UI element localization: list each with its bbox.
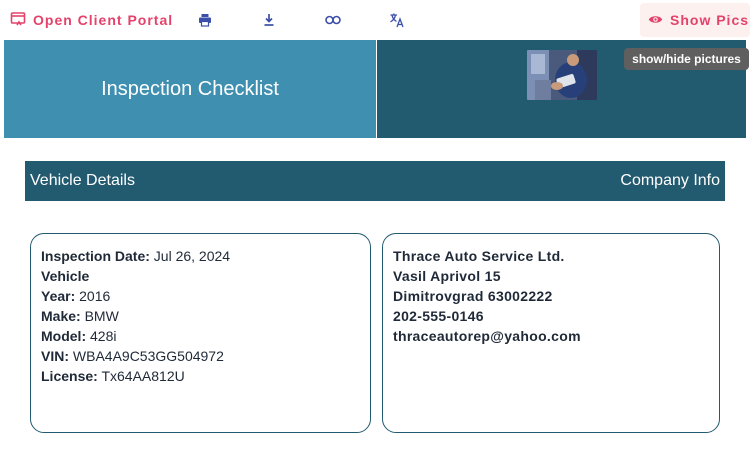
year-label: Year:: [41, 288, 76, 304]
company-info-card: Thrace Auto Service Ltd. Vasil Aprivol 1…: [382, 233, 720, 433]
mechanic-photo: [527, 50, 597, 100]
inspection-date-value: Jul 26, 2024: [153, 248, 231, 264]
download-icon[interactable]: [260, 11, 278, 29]
license-row: License: Tx64AA812U: [41, 366, 360, 386]
open-in-browser-icon: [10, 11, 26, 30]
company-email: thraceautorep@yahoo.com: [393, 328, 581, 344]
company-info-heading: Company Info: [620, 172, 720, 189]
company-name: Thrace Auto Service Ltd.: [393, 248, 565, 264]
show-hide-pictures-tooltip: show/hide pictures: [624, 48, 749, 70]
model-row: Model: 428i: [41, 326, 360, 346]
banner-title-panel: Inspection Checklist: [4, 40, 376, 138]
inspection-date-label: Inspection Date:: [41, 248, 150, 264]
vin-row: VIN: WBA4A9C53GG504972: [41, 346, 360, 366]
translate-icon[interactable]: [388, 11, 406, 29]
make-label: Make:: [41, 308, 81, 324]
license-value: Tx64AA812U: [101, 368, 185, 384]
vin-value: WBA4A9C53GG504972: [72, 348, 224, 364]
year-value: 2016: [79, 288, 111, 304]
show-pics-button[interactable]: Show Pics: [640, 3, 750, 37]
vehicle-heading: Vehicle: [41, 268, 90, 284]
vin-label: VIN:: [41, 348, 69, 364]
open-client-portal-button[interactable]: Open Client Portal: [10, 8, 173, 32]
company-phone: 202-555-0146: [393, 308, 484, 324]
make-row: Make: BMW: [41, 306, 360, 326]
toolbar: Open Client Portal Show Pics: [0, 0, 753, 40]
page-title: Inspection Checklist: [101, 77, 279, 100]
vehicle-details-heading: Vehicle Details: [30, 172, 135, 189]
vehicle-heading-row: Vehicle: [41, 266, 360, 286]
show-pics-label: Show Pics: [670, 12, 750, 28]
make-value: BMW: [84, 308, 119, 324]
link-icon[interactable]: [324, 11, 342, 29]
open-client-portal-label: Open Client Portal: [33, 12, 174, 28]
eye-icon: [648, 12, 663, 28]
print-icon[interactable]: [196, 11, 214, 29]
company-city: Dimitrovgrad 63002222: [393, 288, 553, 304]
model-value: 428i: [90, 328, 117, 344]
company-street: Vasil Aprivol 15: [393, 268, 501, 284]
vehicle-details-card: Inspection Date: Jul 26, 2024 Vehicle Ye…: [30, 233, 371, 433]
inspection-date-row: Inspection Date: Jul 26, 2024: [41, 246, 360, 266]
license-label: License:: [41, 368, 98, 384]
year-row: Year: 2016: [41, 286, 360, 306]
model-label: Model:: [41, 328, 87, 344]
section-header: Vehicle Details Company Info: [25, 161, 725, 201]
